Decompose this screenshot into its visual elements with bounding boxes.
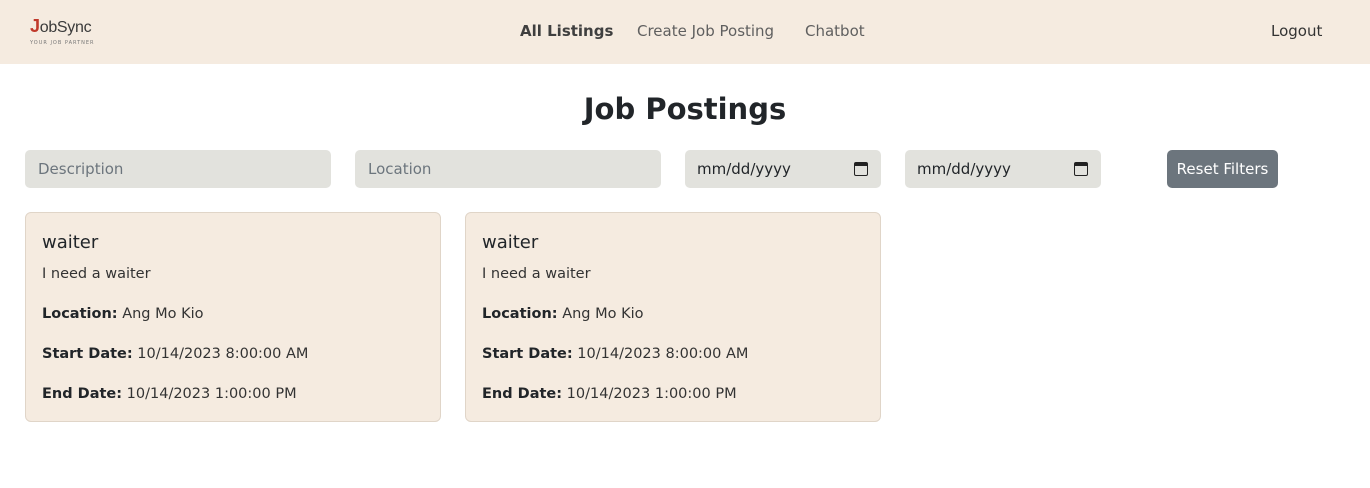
job-start-date: Start Date: 10/14/2023 8:00:00 AM — [42, 344, 308, 364]
jobsync-logo[interactable]: JobSync YOUR JOB PARTNER — [30, 15, 102, 46]
logo-initial: J — [30, 16, 40, 36]
description-filter-input[interactable] — [25, 150, 331, 188]
start-date-value: 10/14/2023 8:00:00 AM — [137, 346, 309, 362]
job-description: I need a waiter — [42, 266, 151, 282]
job-location: Location: Ang Mo Kio — [482, 304, 644, 324]
start-date-value: mm/dd/yyyy — [697, 160, 791, 178]
start-date-label: Start Date: — [482, 346, 573, 362]
job-description: I need a waiter — [482, 266, 591, 282]
location-value: Ang Mo Kio — [122, 306, 204, 322]
job-location: Location: Ang Mo Kio — [42, 304, 204, 324]
location-value: Ang Mo Kio — [562, 306, 644, 322]
job-title: waiter — [42, 232, 99, 253]
logout-link[interactable]: Logout — [1271, 20, 1322, 42]
logo-wordmark: JobSync — [30, 15, 102, 39]
start-date-filter[interactable]: mm/dd/yyyy — [685, 150, 881, 188]
nav-all-listings[interactable]: All Listings — [520, 20, 613, 42]
job-start-date: Start Date: 10/14/2023 8:00:00 AM — [482, 344, 748, 364]
end-date-value: mm/dd/yyyy — [917, 160, 1011, 178]
end-date-value: 10/14/2023 1:00:00 PM — [126, 386, 297, 402]
location-filter-input[interactable] — [355, 150, 661, 188]
end-date-filter[interactable]: mm/dd/yyyy — [905, 150, 1101, 188]
start-date-value: 10/14/2023 8:00:00 AM — [577, 346, 749, 362]
end-date-value: 10/14/2023 1:00:00 PM — [566, 386, 737, 402]
start-date-label: Start Date: — [42, 346, 133, 362]
reset-filters-button[interactable]: Reset Filters — [1167, 150, 1278, 188]
logo-tagline: YOUR JOB PARTNER — [30, 40, 95, 46]
location-label: Location: — [482, 306, 558, 322]
calendar-icon[interactable] — [854, 162, 868, 176]
job-card[interactable]: waiter I need a waiter Location: Ang Mo … — [465, 212, 881, 422]
logo-name: obSync — [39, 19, 92, 36]
end-date-label: End Date: — [482, 386, 563, 402]
page-title: Job Postings — [583, 92, 787, 126]
end-date-label: End Date: — [42, 386, 123, 402]
job-end-date: End Date: 10/14/2023 1:00:00 PM — [482, 384, 737, 404]
job-title: waiter — [482, 232, 539, 253]
job-end-date: End Date: 10/14/2023 1:00:00 PM — [42, 384, 297, 404]
calendar-icon[interactable] — [1074, 162, 1088, 176]
top-navbar: JobSync YOUR JOB PARTNER All Listings Cr… — [0, 0, 1370, 64]
location-label: Location: — [42, 306, 118, 322]
job-card[interactable]: waiter I need a waiter Location: Ang Mo … — [25, 212, 441, 422]
nav-chatbot[interactable]: Chatbot — [805, 20, 865, 42]
nav-create-job-posting[interactable]: Create Job Posting — [637, 20, 774, 42]
